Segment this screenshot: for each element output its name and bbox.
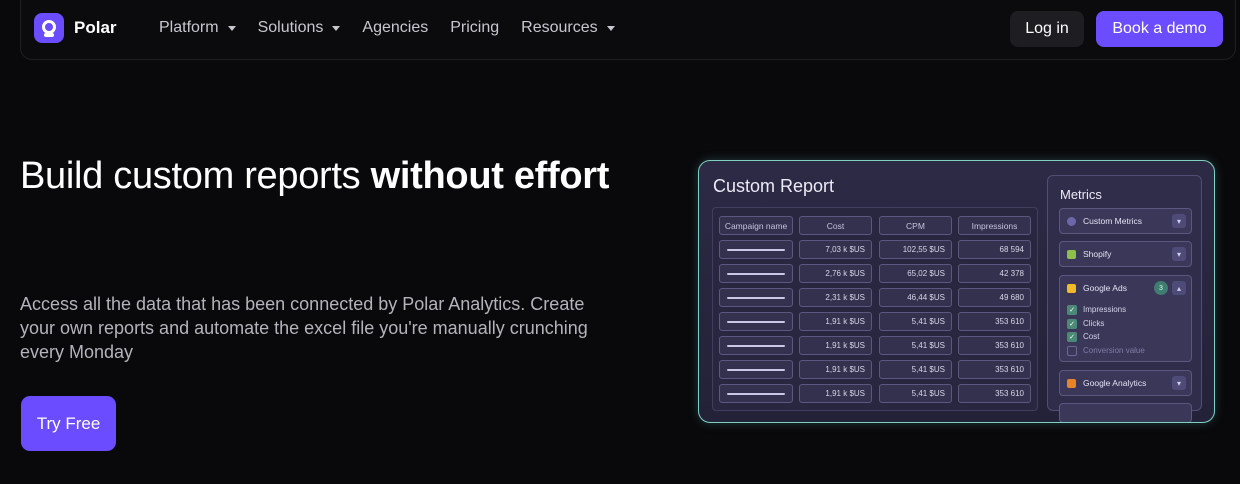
chevron-down-icon	[227, 25, 236, 31]
placeholder-bar	[727, 297, 785, 299]
metrics-panel: Metrics Custom Metrics ▾ Shopify ▾ Googl…	[1047, 175, 1202, 422]
placeholder-bar	[727, 393, 785, 395]
cost-cell: 1,91 k $US	[799, 384, 872, 403]
brand[interactable]: Polar	[34, 13, 117, 43]
checkbox-conversion-value[interactable]	[1067, 346, 1077, 356]
campaign-name-cell	[719, 384, 793, 403]
hero-title-regular: Build custom reports	[20, 155, 371, 197]
menu-platform-label: Platform	[159, 19, 219, 36]
brand-name: Polar	[74, 18, 117, 37]
main-menu: Platform Solutions Agencies Pricing Reso…	[159, 19, 615, 37]
metric-source-shopify[interactable]: Shopify ▾	[1059, 241, 1192, 267]
hero-title: Build custom reports without effort	[20, 150, 620, 202]
impressions-cell: 49 680	[958, 288, 1031, 307]
menu-solutions-label: Solutions	[257, 19, 324, 36]
placeholder-bar	[727, 273, 785, 275]
login-button[interactable]: Log in	[1010, 11, 1084, 47]
checkbox-label: Clicks	[1083, 319, 1105, 328]
column-header-impressions[interactable]: Impressions	[958, 216, 1031, 235]
top-nav: Polar Platform Solutions Agencies Pricin…	[20, 0, 1236, 60]
cpm-cell: 5,41 $US	[879, 312, 952, 331]
custom-report-card: Custom Report Campaign name Cost CPM Imp…	[698, 160, 1215, 423]
menu-resources[interactable]: Resources	[521, 19, 615, 37]
cost-cell: 2,31 k $US	[799, 288, 872, 307]
shopify-icon	[1067, 250, 1076, 259]
metric-source-label: Custom Metrics	[1083, 216, 1143, 226]
chevron-down-icon[interactable]: ▾	[1172, 376, 1186, 390]
campaign-name-cell	[719, 240, 793, 259]
placeholder-bar	[727, 321, 785, 323]
metric-source-label: Shopify	[1083, 249, 1112, 259]
campaign-name-cell	[719, 336, 793, 355]
placeholder-bar	[727, 249, 785, 251]
report-title: Custom Report	[713, 176, 835, 196]
campaign-name-cell	[719, 264, 793, 283]
impressions-cell: 353 610	[958, 312, 1031, 331]
menu-platform[interactable]: Platform	[159, 19, 236, 37]
metric-source-google-ads[interactable]: Google Ads 3 ▴ ✓ Impressions ✓ Clicks ✓ …	[1059, 275, 1192, 362]
google-ads-icon	[1067, 284, 1076, 293]
selected-count-badge: 3	[1154, 281, 1168, 295]
cpm-cell: 65,02 $US	[879, 264, 952, 283]
cost-cell: 1,91 k $US	[799, 312, 872, 331]
chevron-down-icon	[332, 25, 341, 31]
report-table: Campaign name Cost CPM Impressions 7,03 …	[712, 207, 1038, 411]
impressions-cell: 68 594	[958, 240, 1031, 259]
cost-cell: 1,91 k $US	[799, 360, 872, 379]
menu-agencies-label: Agencies	[362, 19, 429, 36]
column-header-cpm[interactable]: CPM	[879, 216, 952, 235]
checkbox-label: Impressions	[1083, 305, 1127, 314]
placeholder-bar	[727, 345, 785, 347]
checkbox-label: Conversion value	[1083, 346, 1145, 355]
hero-title-bold: without effort	[370, 155, 610, 197]
cost-cell: 7,03 k $US	[799, 240, 872, 259]
chevron-up-icon[interactable]: ▴	[1172, 281, 1186, 295]
cpm-cell: 5,41 $US	[879, 360, 952, 379]
custom-metrics-icon	[1067, 217, 1076, 226]
cpm-cell: 46,44 $US	[879, 288, 952, 307]
metric-source-label: Google Analytics	[1083, 378, 1147, 388]
menu-solutions[interactable]: Solutions	[258, 19, 341, 37]
column-header-campaign[interactable]: Campaign name	[719, 216, 793, 235]
menu-pricing-label: Pricing	[450, 19, 500, 36]
metric-source-custom-metrics[interactable]: Custom Metrics ▾	[1059, 208, 1192, 234]
checkbox-cost[interactable]: ✓	[1067, 332, 1077, 342]
impressions-cell: 353 610	[958, 384, 1031, 403]
menu-pricing[interactable]: Pricing	[450, 19, 499, 37]
menu-agencies[interactable]: Agencies	[362, 19, 428, 37]
chevron-down-icon[interactable]: ▾	[1172, 214, 1186, 228]
campaign-name-cell	[719, 360, 793, 379]
hero-subtitle: Access all the data that has been connec…	[20, 294, 588, 362]
cpm-cell: 102,55 $US	[879, 240, 952, 259]
cpm-cell: 5,41 $US	[879, 336, 952, 355]
column-header-cost[interactable]: Cost	[799, 216, 872, 235]
try-free-button[interactable]: Try Free	[21, 396, 116, 451]
menu-resources-label: Resources	[521, 19, 598, 36]
cost-cell: 2,76 k $US	[799, 264, 872, 283]
checkbox-label: Cost	[1083, 332, 1100, 341]
metric-source-partial[interactable]	[1059, 403, 1192, 422]
book-demo-button[interactable]: Book a demo	[1096, 11, 1223, 47]
campaign-name-cell	[719, 312, 793, 331]
chevron-down-icon	[606, 25, 615, 31]
metrics-title: Metrics	[1060, 187, 1102, 202]
placeholder-bar	[727, 369, 785, 371]
metric-source-google-analytics[interactable]: Google Analytics ▾	[1059, 370, 1192, 396]
impressions-cell: 353 610	[958, 360, 1031, 379]
polar-logo-icon	[34, 13, 64, 43]
impressions-cell: 42 378	[958, 264, 1031, 283]
metric-source-label: Google Ads	[1083, 283, 1127, 293]
chevron-down-icon[interactable]: ▾	[1172, 247, 1186, 261]
google-analytics-icon	[1067, 379, 1076, 388]
impressions-cell: 353 610	[958, 336, 1031, 355]
campaign-name-cell	[719, 288, 793, 307]
checkbox-impressions[interactable]: ✓	[1067, 305, 1077, 315]
checkbox-clicks[interactable]: ✓	[1067, 319, 1077, 329]
cost-cell: 1,91 k $US	[799, 336, 872, 355]
cpm-cell: 5,41 $US	[879, 384, 952, 403]
